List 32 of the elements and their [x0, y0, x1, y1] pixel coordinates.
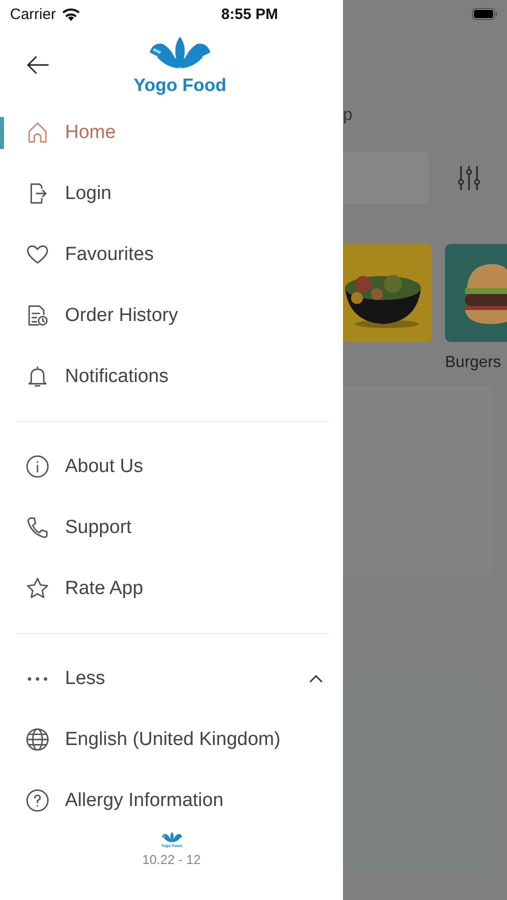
heading-text: p	[343, 104, 354, 126]
info-icon	[25, 454, 50, 479]
menu-item[interactable]: English (United Kingdom)	[0, 709, 343, 770]
menu-item[interactable]: Notifications	[0, 346, 343, 407]
logo-text: Yogo Food	[134, 75, 226, 95]
menu-item[interactable]: Allergy Information	[0, 770, 343, 815]
battery-icon	[472, 8, 498, 20]
chevron-up-icon	[309, 674, 323, 683]
menu-item[interactable]: About Us	[0, 436, 343, 497]
selection-indicator	[0, 117, 4, 149]
menu-item[interactable]: Login	[0, 163, 343, 224]
leaf-logo-icon	[160, 831, 184, 843]
star-icon	[25, 576, 50, 601]
expand-toggle[interactable]: Less	[0, 648, 343, 709]
wifi-icon	[62, 8, 80, 20]
back-button[interactable]	[26, 55, 50, 75]
status-time: 8:55 PM	[221, 6, 278, 22]
help-icon	[25, 788, 50, 813]
menu-item[interactable]: Rate App	[0, 558, 343, 619]
more-icon	[25, 676, 50, 682]
filter-icon	[457, 165, 481, 191]
back-arrow-icon	[26, 55, 50, 75]
menu-item[interactable]: Favourites	[0, 224, 343, 285]
search-field[interactable]	[343, 152, 429, 204]
phone-icon	[25, 515, 50, 540]
carrier-name: Carrier	[10, 6, 56, 22]
category-label: Burgers	[445, 354, 502, 372]
globe-icon	[25, 727, 50, 752]
menu-item[interactable]: Order History	[0, 285, 343, 346]
menu-item[interactable]: Support	[0, 497, 343, 558]
version-label: 10.22 - 12	[142, 852, 201, 867]
menu-item[interactable]: Home	[0, 102, 343, 163]
